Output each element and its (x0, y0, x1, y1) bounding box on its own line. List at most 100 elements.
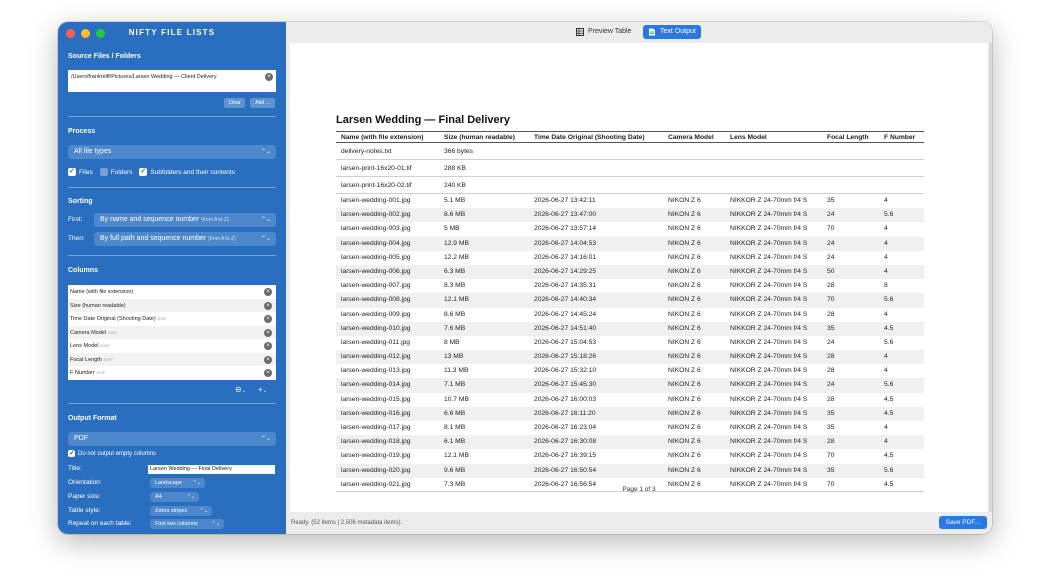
table-row: larsen-print-16x20-01.tif 288 KB (336, 160, 924, 177)
repeat-label: Repeat on each table: (68, 520, 132, 527)
table-cell: 2026-06-27 13:47:00 (534, 211, 597, 219)
table-cell: NIKON Z 6 (668, 367, 701, 375)
table-cell: larsen-wedding-016.jpg (341, 409, 411, 417)
files-checkbox[interactable] (68, 167, 76, 176)
table-cell: larsen-wedding-003.jpg (341, 225, 411, 233)
column-item[interactable]: Size (human readable) × (68, 298, 276, 312)
column-item[interactable]: Name (with file extension) × (68, 285, 276, 299)
remove-column-icon[interactable]: × (264, 301, 272, 310)
orientation-label: Orientation: (68, 479, 102, 486)
remove-column-icon[interactable]: × (264, 288, 272, 296)
chevron-updown-icon: ⌃⌄ (260, 149, 271, 155)
table-cell: 2026-06-27 13:57:14 (534, 225, 597, 233)
header-cell: Size (human readable) (444, 134, 515, 141)
subfolders-checkbox[interactable] (139, 167, 148, 176)
table-cell: 5.6 (884, 466, 894, 474)
table-cell: 4.5 (884, 409, 894, 417)
column-item[interactable]: Focal Length EXIF × (68, 352, 276, 366)
table-cell: NIKON Z 6 (668, 225, 701, 233)
sort-first-popup[interactable]: By name and sequence number (from A to Z… (94, 213, 276, 227)
remove-column-icon[interactable]: × (264, 369, 272, 377)
table-row: larsen-wedding-006.jpg 6.3 MB 2026-06-27 1… (336, 264, 924, 280)
table-cell: larsen-wedding-014.jpg (341, 381, 411, 389)
sidebar: NIFTY FILE LISTS Source Files / Folders … (58, 22, 286, 534)
column-item[interactable]: F Number EXIF × (68, 366, 276, 380)
table-header-row: Name (with file extension) Size (human r… (336, 131, 924, 143)
chevron-updown-icon: ⌃⌄ (199, 508, 208, 514)
process-options: Files Folders Subfolders and their conte… (68, 167, 235, 176)
main-area: Preview Table Text Output Larsen Wedding… (286, 22, 992, 534)
source-path-input[interactable]: /Users/frankreiff/Pictures/Larsen Weddin… (68, 70, 276, 92)
table-row: larsen-wedding-016.jpg 6.6 MB 2026-06-27 1… (336, 406, 924, 421)
table-cell: larsen-wedding-001.jpg (341, 197, 411, 204)
table-cell: 2026-06-27 14:45:24 (534, 310, 597, 318)
table-row: larsen-wedding-012.jpg 13 MB 2026-06-27 15… (336, 350, 924, 365)
remove-column-icon[interactable]: × (264, 342, 272, 350)
columns-section-title: Columns (68, 267, 98, 274)
divider (68, 403, 276, 404)
table-cell (529, 143, 663, 159)
table-cell: NIKKOR Z 24-70mm f/4 S (730, 353, 808, 361)
chevron-updown-icon: ⌃⌄ (260, 236, 271, 242)
sidebar-titlebar: NIFTY FILE LISTS (58, 22, 286, 44)
sort-then-label: Then: (68, 235, 85, 242)
folders-checkbox[interactable] (99, 168, 108, 176)
scrollbar[interactable] (989, 43, 992, 512)
table-row: larsen-wedding-015.jpg 10.7 MB 2026-06-27 … (336, 393, 924, 407)
paper-size-label: Paper size: (68, 493, 101, 500)
table-cell: 28 (827, 438, 835, 446)
remove-column-icon[interactable]: × (264, 328, 272, 337)
table-cell: NIKON Z 6 (668, 395, 701, 403)
sorting-section-title: Sorting (68, 198, 93, 205)
save-pdf-button[interactable]: Save PDF... (938, 516, 987, 529)
paper-size-popup[interactable]: A4 ⌃⌄ (150, 492, 199, 502)
remove-column-menu[interactable]: ⊖⌄ (235, 385, 246, 394)
skip-empty-checkbox[interactable] (68, 449, 75, 457)
add-column-menu[interactable]: +⌄ (258, 385, 267, 394)
table-cell: 7.6 MB (444, 324, 466, 332)
table-cell: larsen-wedding-002.jpg (341, 211, 411, 219)
table-cell: 366 bytes (444, 148, 473, 155)
table-cell: NIKKOR Z 24-70mm f/4 S (730, 438, 808, 446)
repeat-popup[interactable]: First two columns ⌃⌄ (150, 519, 224, 529)
orientation-popup[interactable]: Landscape ⌃⌄ (150, 478, 205, 488)
table-cell: 24 (827, 239, 835, 247)
column-item[interactable]: Lens Model EXIF × (68, 339, 276, 353)
table-cell: NIKON Z 6 (668, 381, 701, 389)
table-cell: 11.3 MB (444, 367, 469, 375)
sort-first-label: First: (68, 216, 83, 223)
clear-button[interactable]: Clear (224, 98, 245, 108)
table-cell: NIKKOR Z 24-70mm f/4 S (730, 239, 808, 247)
table-cell: 8 MB (444, 338, 460, 346)
table-cell: NIKKOR Z 24-70mm f/4 S (730, 409, 808, 417)
table-cell: 8.3 MB (444, 282, 466, 290)
chevron-updown-icon: ⌃⌄ (260, 217, 271, 223)
table-cell: 2026-06-27 14:29:25 (534, 267, 597, 275)
table-cell: NIKKOR Z 24-70mm f/4 S (730, 253, 808, 261)
file-types-popup[interactable]: All file types ⌃⌄ (68, 145, 276, 159)
table-cell: larsen-wedding-019.jpg (341, 452, 411, 460)
sort-then-popup[interactable]: By full path and sequence number (from A… (94, 232, 276, 246)
table-cell: NIKON Z 6 (668, 197, 701, 204)
pdf-preview-page[interactable]: Larsen Wedding — Final Delivery Name (wi… (290, 43, 988, 512)
column-item[interactable]: Time Date Original (Shooting Date) EXIF × (68, 312, 276, 326)
table-cell: 2026-06-27 14:04:53 (534, 239, 597, 247)
title-input[interactable]: Larsen Wedding — Final Delivery (148, 465, 275, 474)
header-cell: Camera Model (668, 134, 714, 141)
remove-column-icon[interactable]: × (264, 315, 272, 323)
minus-circle-icon: ⊖ (235, 385, 242, 394)
table-cell: larsen-wedding-006.jpg (341, 267, 411, 275)
table-cell: NIKON Z 6 (668, 452, 701, 460)
remove-path-icon[interactable]: × (265, 73, 273, 81)
preview-table-tab[interactable]: Preview Table (571, 25, 636, 39)
remove-column-icon[interactable]: × (264, 355, 272, 364)
table-cell: 4.5 (884, 324, 894, 332)
table-style-popup[interactable]: Zebra stripes ⌃⌄ (150, 506, 212, 516)
add-button[interactable]: Add ... (250, 98, 275, 108)
sort-first-hint: (from A to Z) (201, 217, 229, 223)
format-popup[interactable]: PDF ⌃⌄ (68, 432, 276, 446)
document-icon (649, 28, 655, 36)
text-output-tab[interactable]: Text Output (643, 25, 701, 39)
divider (68, 116, 276, 117)
column-item[interactable]: Camera Model EXIF × (68, 325, 276, 339)
